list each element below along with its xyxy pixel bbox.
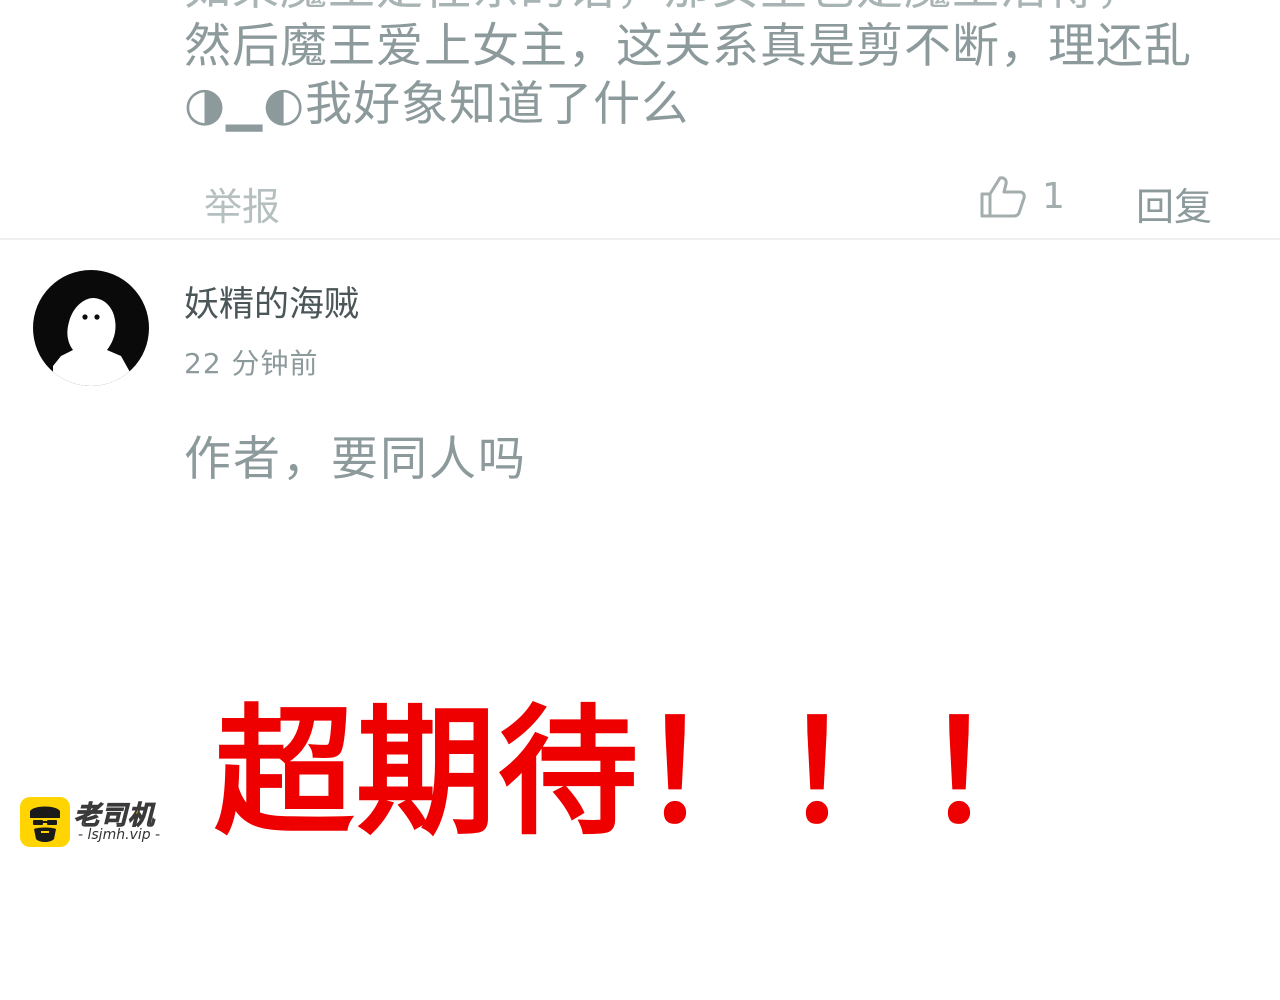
driver-face-icon bbox=[20, 797, 70, 847]
banner-text: 超期待！！！ bbox=[214, 692, 1067, 855]
watermark-logo: 老司机 - lsjmh.vip - bbox=[20, 797, 180, 853]
comment-body: 作者，要同人吗 bbox=[184, 432, 527, 487]
comment-username[interactable]: 妖精的海贼 bbox=[184, 276, 359, 327]
previous-comment-line: ◑▁◐我好象知道了什么 bbox=[184, 77, 690, 132]
reply-button[interactable]: 回复 bbox=[1136, 176, 1212, 231]
previous-comment-line: 如果魔王是往东的话，那女主也是魔王活得， bbox=[184, 0, 1244, 18]
comment-divider bbox=[0, 238, 1280, 240]
comment-timestamp: 22 分钟前 bbox=[184, 347, 319, 380]
comment-action-bar: 举报 1 回复 bbox=[0, 160, 1280, 238]
previous-comment-text: 如果魔王是往东的话，那女主也是魔王活得， 然后魔王爱上女主，这关系真是剪不断，理… bbox=[184, 0, 1244, 134]
like-count: 1 bbox=[1042, 176, 1065, 217]
previous-comment-line: 然后魔王爱上女主，这关系真是剪不断，理还乱 bbox=[184, 19, 1192, 74]
watermark-url: - lsjmh.vip - bbox=[78, 827, 161, 843]
report-button[interactable]: 举报 bbox=[204, 176, 280, 231]
avatar[interactable] bbox=[33, 270, 149, 386]
